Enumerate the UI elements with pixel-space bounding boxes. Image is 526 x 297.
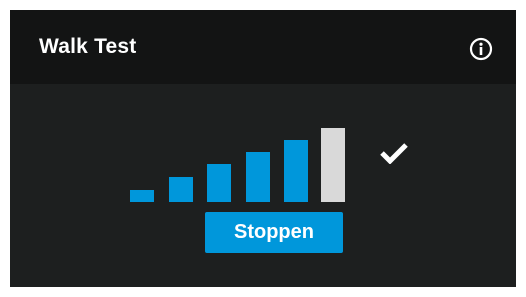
panel-content: Stoppen [10, 84, 516, 287]
signal-bar-6 [321, 128, 345, 202]
walk-test-panel: Walk Test Stoppen [10, 10, 516, 287]
panel-title: Walk Test [39, 35, 137, 58]
info-icon[interactable] [469, 37, 493, 61]
signal-bar-5 [284, 140, 308, 202]
checkmark-icon [380, 143, 408, 164]
signal-bar-3 [207, 164, 231, 202]
signal-strength-meter [10, 84, 516, 214]
signal-bar-1 [130, 190, 154, 202]
signal-bar-4 [246, 152, 270, 202]
signal-bar-2 [169, 177, 193, 202]
stop-button[interactable]: Stoppen [205, 212, 343, 253]
panel-header: Walk Test [10, 10, 516, 84]
